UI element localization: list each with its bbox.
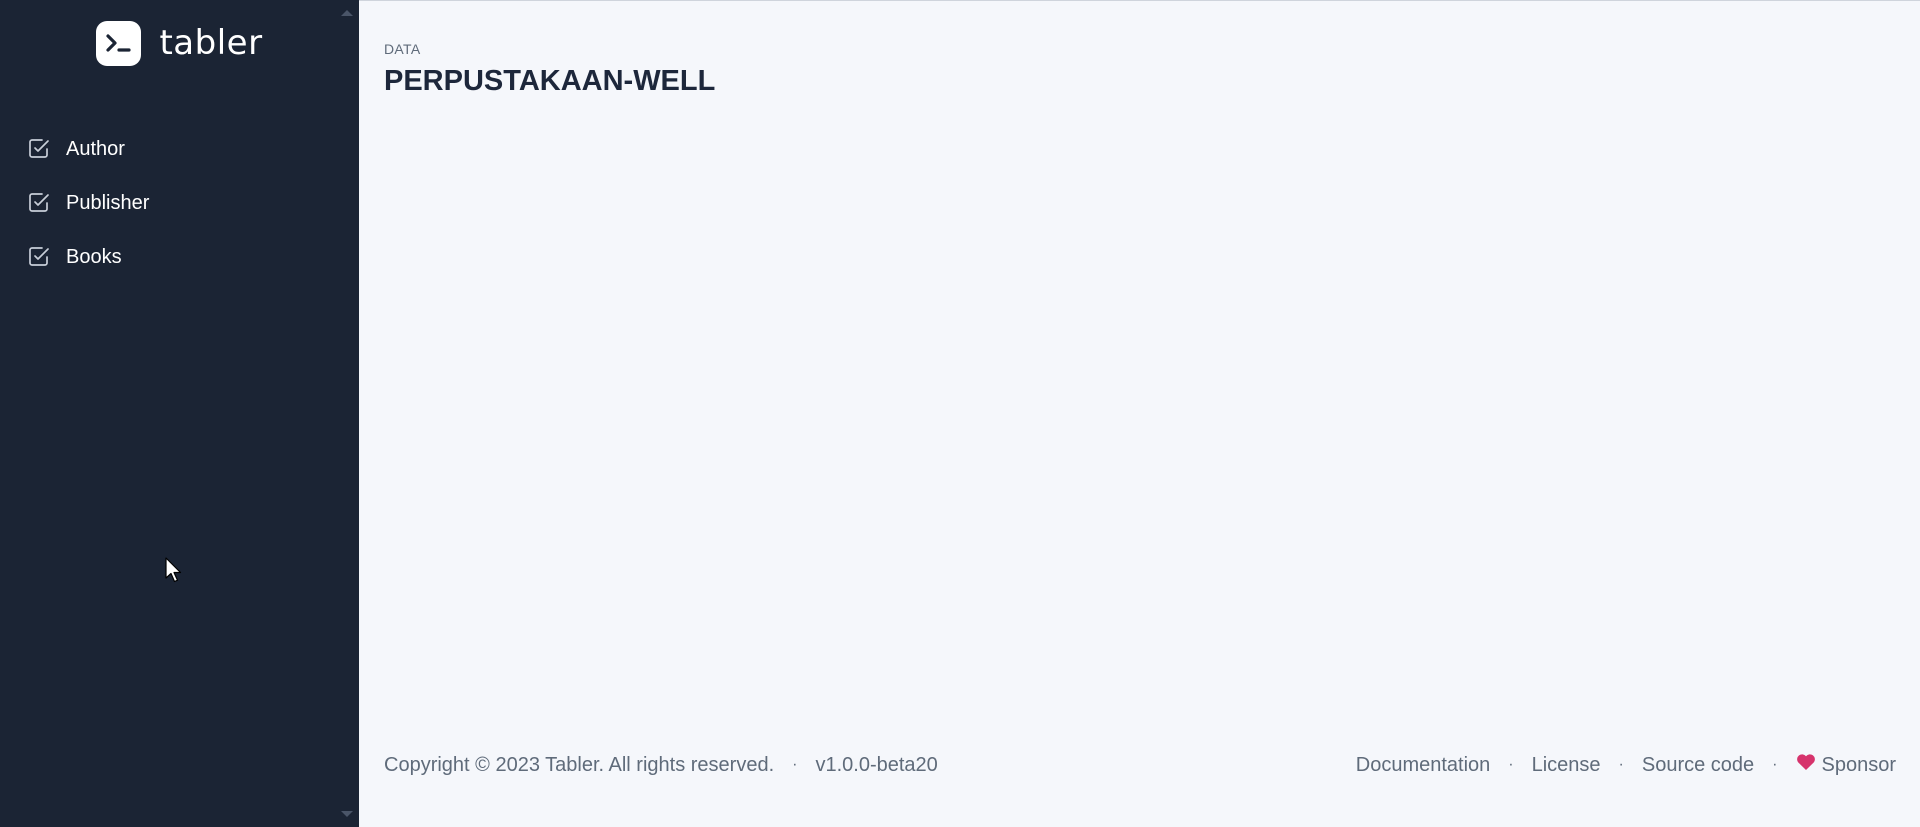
sponsor-label: Sponsor xyxy=(1821,753,1897,776)
sidebar-item-label: Books xyxy=(66,245,122,268)
brand-name: tabler xyxy=(159,23,263,63)
source-code-link[interactable]: Source code xyxy=(1642,754,1754,777)
footer-left: Copyright © 2023 Tabler. All rights rese… xyxy=(384,754,938,777)
app-root: tabler Author Publisher Books DATA PERPU… xyxy=(0,0,1920,827)
footer-separator: · xyxy=(1508,756,1514,773)
brand[interactable]: tabler xyxy=(0,0,359,86)
footer: Copyright © 2023 Tabler. All rights rese… xyxy=(384,753,1896,777)
sidebar-item-label: Publisher xyxy=(66,191,150,214)
sponsor-link[interactable]: Sponsor xyxy=(1796,753,1897,777)
sidebar-nav: Author Publisher Books xyxy=(0,122,359,284)
documentation-link[interactable]: Documentation xyxy=(1356,754,1491,777)
page-pretitle: DATA xyxy=(384,41,421,57)
footer-right: Documentation · License · Source code · … xyxy=(1356,753,1896,777)
sidebar-item-books[interactable]: Books xyxy=(0,230,359,284)
mouse-cursor-icon xyxy=(165,557,183,590)
copyright-text: Copyright © 2023 Tabler. All rights rese… xyxy=(384,753,775,776)
page-header: DATA PERPUSTAKAAN-WELL xyxy=(359,1,1920,98)
checkbox-icon xyxy=(28,192,50,214)
license-link[interactable]: License xyxy=(1532,754,1601,777)
heart-icon xyxy=(1796,753,1816,777)
version-link[interactable]: v1.0.0-beta20 xyxy=(815,754,937,777)
scroll-down-arrow[interactable] xyxy=(341,811,353,817)
footer-separator: · xyxy=(1618,756,1624,773)
checkbox-icon xyxy=(28,246,50,268)
footer-separator: · xyxy=(792,756,798,773)
checkbox-icon xyxy=(28,138,50,160)
main-content: DATA PERPUSTAKAAN-WELL Copyright © 2023 … xyxy=(359,0,1920,827)
page-title: PERPUSTAKAAN-WELL xyxy=(384,65,716,97)
scroll-up-arrow[interactable] xyxy=(341,10,353,16)
sidebar-item-label: Author xyxy=(66,137,125,160)
sidebar-item-author[interactable]: Author xyxy=(0,122,359,176)
sidebar: tabler Author Publisher Books xyxy=(0,0,359,827)
terminal-icon xyxy=(96,20,142,66)
footer-separator: · xyxy=(1772,756,1778,773)
sidebar-item-publisher[interactable]: Publisher xyxy=(0,176,359,230)
